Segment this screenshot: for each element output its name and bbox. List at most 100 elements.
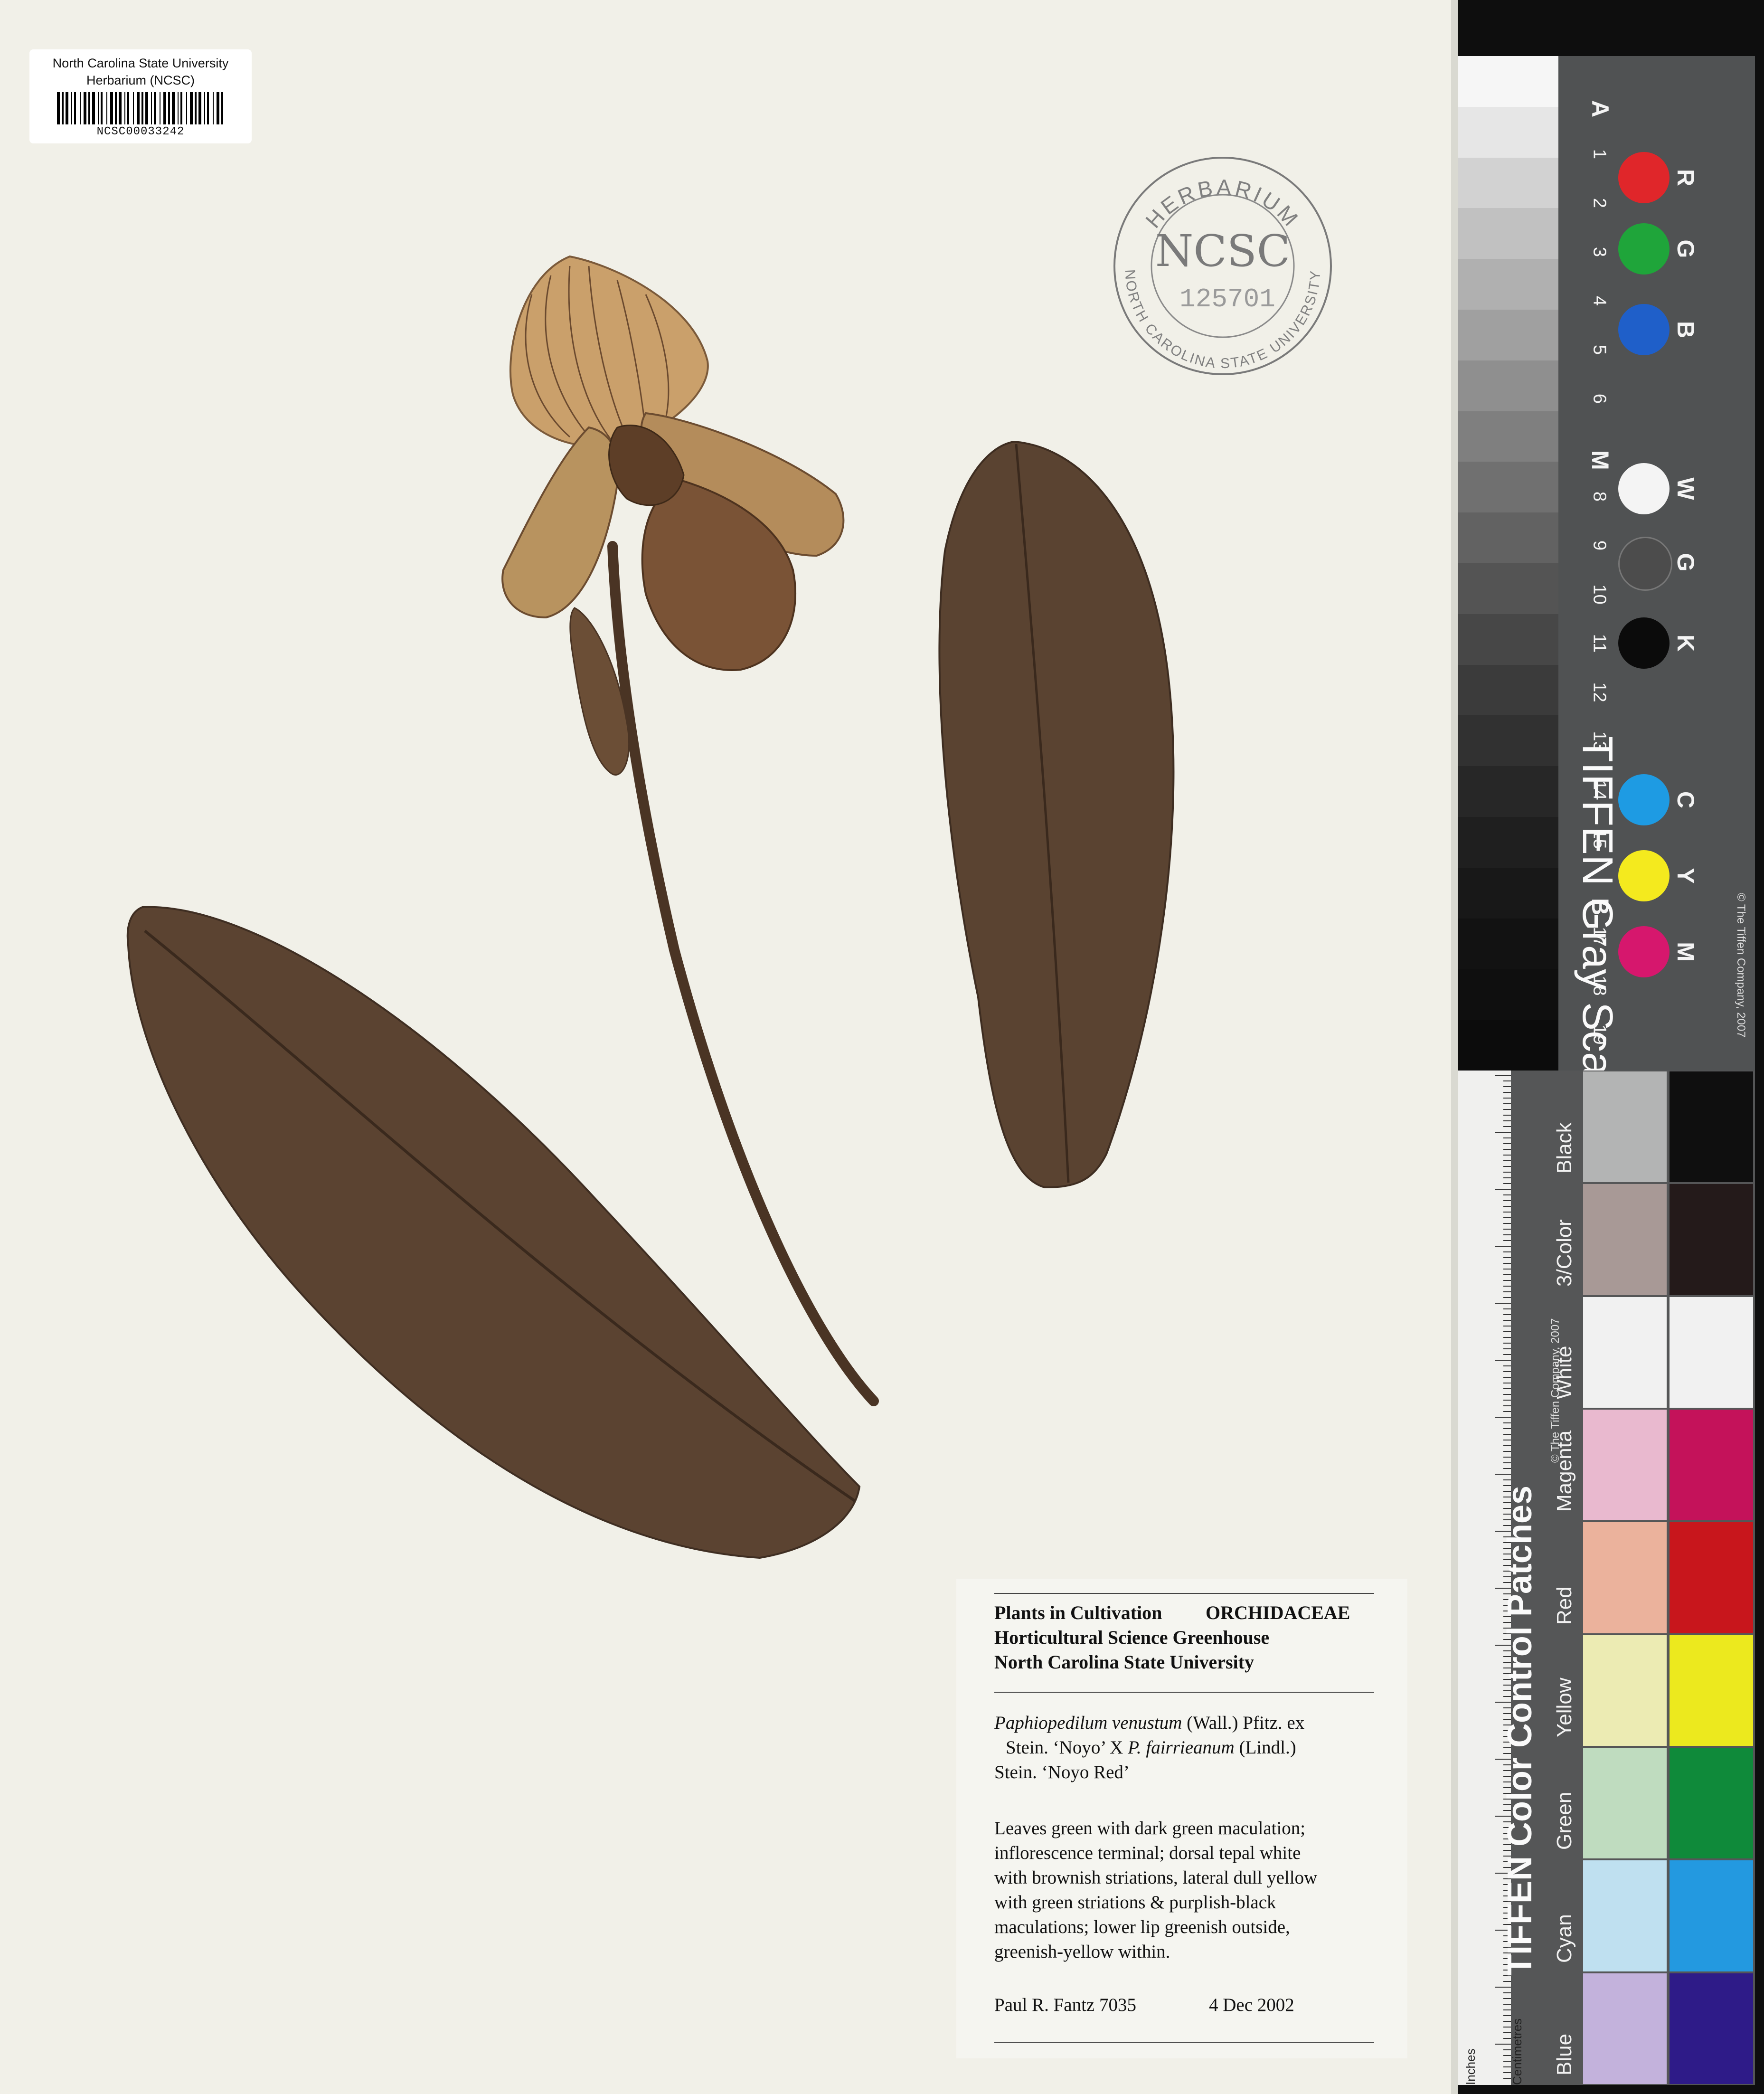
description-line: greenish-yellow within.: [994, 1942, 1170, 1962]
gray-step: [1458, 969, 1558, 1020]
color-patch-light: [1583, 1973, 1667, 2084]
gray-card-number: 12: [1589, 682, 1610, 702]
gray-card-letter: A: [1587, 100, 1613, 118]
color-dot: [1618, 617, 1670, 669]
label-family: ORCHIDACEAE: [1206, 1602, 1350, 1623]
gray-card-number: 8: [1589, 491, 1610, 502]
dorsal-sepal: [509, 255, 709, 448]
gray-step: [1458, 715, 1558, 767]
color-dot: [1618, 304, 1670, 355]
color-dot: [1618, 463, 1670, 514]
color-patch-dark: [1670, 1635, 1753, 1746]
gray-card-number: 2: [1589, 198, 1610, 208]
color-patch-light: [1583, 1860, 1667, 1971]
color-patch-light: [1583, 1522, 1667, 1633]
gray-step: [1458, 259, 1558, 310]
color-dot-label: G: [1672, 553, 1699, 572]
color-patch-dark: [1670, 1297, 1753, 1408]
label-rule-top: [994, 1593, 1374, 1594]
gray-card-number: 6: [1589, 393, 1610, 404]
color-patch-dark: [1670, 1748, 1753, 1859]
color-dot-label: G: [1672, 239, 1699, 258]
color-patch-light: [1583, 1071, 1667, 1183]
gray-step: [1458, 563, 1558, 614]
upper-right-leaf: [938, 440, 1175, 1189]
gray-card-number: 1: [1589, 149, 1610, 160]
color-patch-dark: [1670, 1522, 1753, 1633]
gray-card-letter: M: [1587, 450, 1613, 470]
gray-card-copyright: © The Tiffen Company, 2007: [1735, 893, 1747, 1038]
color-dot-label: C: [1672, 791, 1699, 809]
gray-step: [1458, 614, 1558, 665]
color-dot-label: W: [1672, 477, 1699, 500]
color-dot: [1618, 152, 1670, 203]
color-patch-dark: [1670, 1410, 1753, 1521]
taxon-authority-2: Stein. ‘Noyo’ X: [1006, 1737, 1128, 1758]
label-rule-bottom: [994, 2042, 1374, 2043]
taxon-line-3: Stein. ‘Noyo Red’: [994, 1762, 1130, 1782]
color-patch-light: [1583, 1410, 1667, 1521]
color-patch-label: Blue: [1553, 2033, 1576, 2075]
taxon-authority-3: (Lindl.): [1234, 1737, 1296, 1758]
gray-card-number: 11: [1589, 634, 1610, 653]
color-patch-label: Red: [1553, 1586, 1576, 1625]
lower-leaf: [126, 906, 861, 1559]
color-dot-label: B: [1672, 321, 1699, 339]
taxon-second-parent: P. fairrieanum: [1128, 1737, 1235, 1758]
label-taxon: Paphiopedilum venustum (Wall.) Pfitz. ex…: [994, 1711, 1379, 1785]
color-dot-label: K: [1672, 634, 1699, 652]
color-patch-label: Green: [1553, 1792, 1576, 1850]
description-line: maculations; lower lip greenish outside,: [994, 1917, 1290, 1937]
gray-card-number: 9: [1589, 540, 1610, 551]
color-patch-label: Black: [1553, 1122, 1576, 1174]
color-patch-light: [1583, 1184, 1667, 1295]
gray-step: [1458, 208, 1558, 259]
color-dot: [1618, 774, 1670, 825]
gray-card-number: 5: [1589, 344, 1610, 355]
gray-card-number: 10: [1589, 584, 1610, 605]
gray-card-number: 3: [1589, 246, 1610, 257]
gray-step: [1458, 867, 1558, 919]
label-header-line2: Horticultural Science Greenhouse: [994, 1627, 1270, 1648]
color-patch-light: [1583, 1297, 1667, 1408]
taxon-line-1: Paphiopedilum venustum (Wall.) Pfitz. ex: [994, 1711, 1379, 1735]
gray-step: [1458, 360, 1558, 411]
ruler-centimetres-label: Centimetres: [1510, 2018, 1524, 2085]
gray-step: [1458, 816, 1558, 868]
description-line: Leaves green with dark green maculation;: [994, 1818, 1306, 1838]
color-dot-label: Y: [1672, 868, 1699, 884]
color-patch-dark: [1670, 1860, 1753, 1971]
gray-step: [1458, 664, 1558, 716]
taxon-name: Paphiopedilum venustum: [994, 1713, 1182, 1733]
gray-step: [1458, 157, 1558, 208]
gray-step: [1458, 512, 1558, 563]
label-collector: Paul R. Fantz 7035: [994, 1995, 1136, 2015]
gray-step: [1458, 309, 1558, 360]
description-line: inflorescence terminal; dorsal tepal whi…: [994, 1843, 1301, 1863]
gray-step: [1458, 918, 1558, 969]
gray-step: [1458, 411, 1558, 462]
color-patch-dark: [1670, 1973, 1753, 2084]
taxon-line-2: Stein. ‘Noyo’ X P. fairrieanum (Lindl.): [994, 1735, 1379, 1760]
label-collection: Plants in Cultivation: [994, 1602, 1162, 1623]
description-line: with green striations & purplish-black: [994, 1892, 1276, 1913]
color-dot: [1618, 223, 1670, 275]
left-petal: [501, 426, 620, 619]
color-dot: [1618, 537, 1672, 591]
ruler-inches-label: Inches: [1463, 2048, 1478, 2085]
color-patch-dark: [1670, 1184, 1753, 1295]
color-patch-light: [1583, 1635, 1667, 1746]
gray-card-number: 4: [1589, 295, 1610, 306]
label-date: 4 Dec 2002: [1209, 1995, 1294, 2015]
color-dot: [1618, 850, 1670, 901]
gray-card-title: TIFFEN Gray Scale: [1574, 736, 1621, 1109]
gray-step: [1458, 1020, 1558, 1071]
gray-step: [1458, 462, 1558, 513]
color-dot: [1618, 926, 1670, 977]
label-header-line1: Plants in Cultivation ORCHIDACEAE: [994, 1601, 1350, 1624]
color-patch-label: 3/Color: [1553, 1219, 1576, 1287]
color-patch-label: Yellow: [1553, 1677, 1576, 1737]
color-dot-label: R: [1672, 169, 1699, 187]
gray-step: [1458, 56, 1558, 107]
taxon-authority-1: (Wall.) Pfitz. ex: [1182, 1713, 1305, 1733]
